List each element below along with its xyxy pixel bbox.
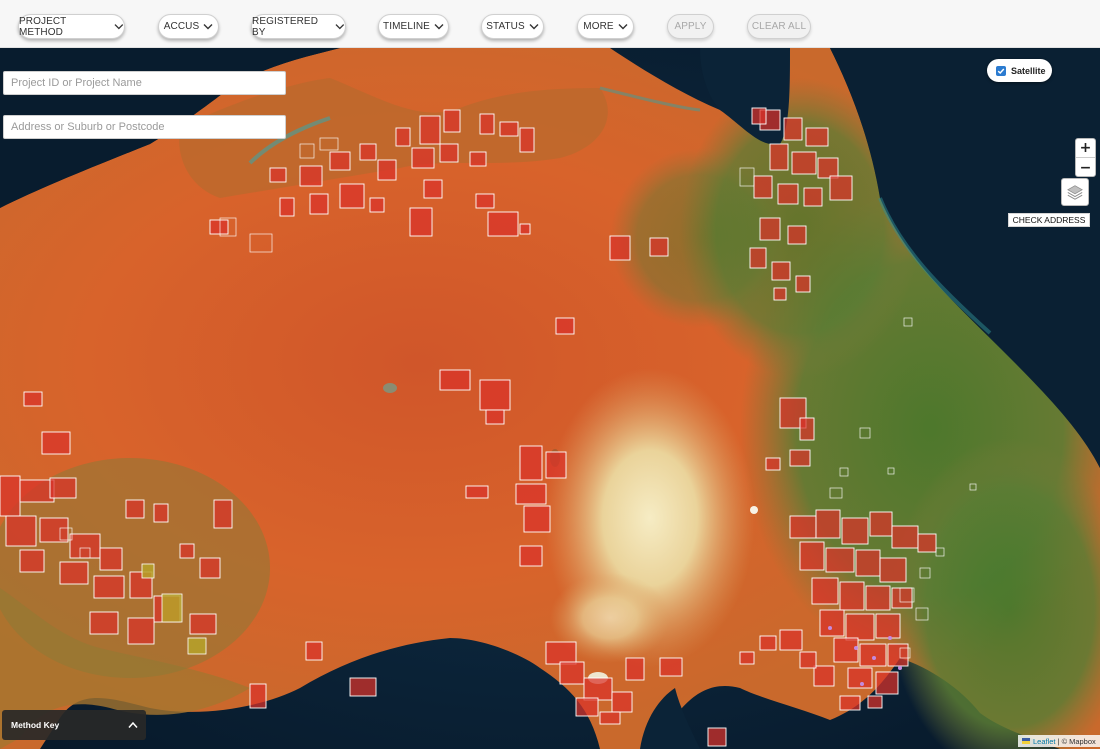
zoom-in-button[interactable]: + [1076, 139, 1095, 158]
method-key-panel[interactable]: Method Key [2, 710, 146, 740]
project-method-filter[interactable]: PROJECT METHOD [18, 14, 125, 39]
checkmark-icon[interactable] [996, 65, 1006, 76]
satellite-map[interactable]: Satellite + − CHECK ADDRESS Method Key L… [0, 48, 1100, 749]
filter-bar: PROJECT METHOD ACCUS REGISTERED BY TIMEL… [0, 0, 1100, 48]
apply-button[interactable]: APPLY [667, 14, 714, 39]
address-search-input[interactable] [3, 115, 286, 139]
satellite-imagery [0, 48, 1100, 749]
filter-label: ACCUS [163, 21, 200, 32]
leaflet-link[interactable]: Leaflet [1033, 737, 1056, 746]
zoom-out-button[interactable]: − [1076, 158, 1095, 177]
chevron-down-icon [529, 24, 539, 30]
filter-label: REGISTERED BY [252, 15, 319, 38]
filter-label: MORE [583, 21, 614, 32]
zoom-control: + − [1075, 138, 1096, 177]
filter-label: PROJECT METHOD [19, 15, 67, 38]
filter-label: APPLY [674, 21, 707, 32]
registered-by-filter[interactable]: REGISTERED BY [251, 14, 346, 39]
chevron-down-icon [434, 24, 444, 30]
chevron-down-icon [203, 24, 213, 30]
filter-label: TIMELINE [383, 21, 430, 32]
chevron-down-icon [335, 24, 345, 30]
layers-icon [1067, 185, 1083, 200]
more-filter[interactable]: MORE [577, 14, 634, 39]
project-search-input[interactable] [3, 71, 286, 95]
mapbox-credit[interactable]: Mapbox [1069, 737, 1096, 746]
timeline-filter[interactable]: TIMELINE [378, 14, 449, 39]
chevron-down-icon [114, 24, 124, 30]
leaflet-flag-icon [1022, 738, 1030, 744]
filter-label: STATUS [486, 21, 525, 32]
accus-filter[interactable]: ACCUS [158, 14, 219, 39]
satellite-label: Satellite [1011, 65, 1046, 76]
chevron-up-icon[interactable] [128, 721, 138, 729]
attribution-separator: | © [1057, 736, 1068, 746]
map-attribution: Leaflet | © Mapbox [1018, 735, 1100, 747]
status-filter[interactable]: STATUS [481, 14, 544, 39]
check-address-button[interactable]: CHECK ADDRESS [1008, 213, 1090, 227]
chevron-down-icon [618, 24, 628, 30]
satellite-toggle[interactable]: Satellite [987, 59, 1052, 82]
method-key-label: Method Key [11, 720, 60, 730]
clear-all-button[interactable]: CLEAR ALL [747, 14, 811, 39]
layers-button[interactable] [1061, 178, 1089, 206]
filter-label: CLEAR ALL [751, 21, 807, 32]
